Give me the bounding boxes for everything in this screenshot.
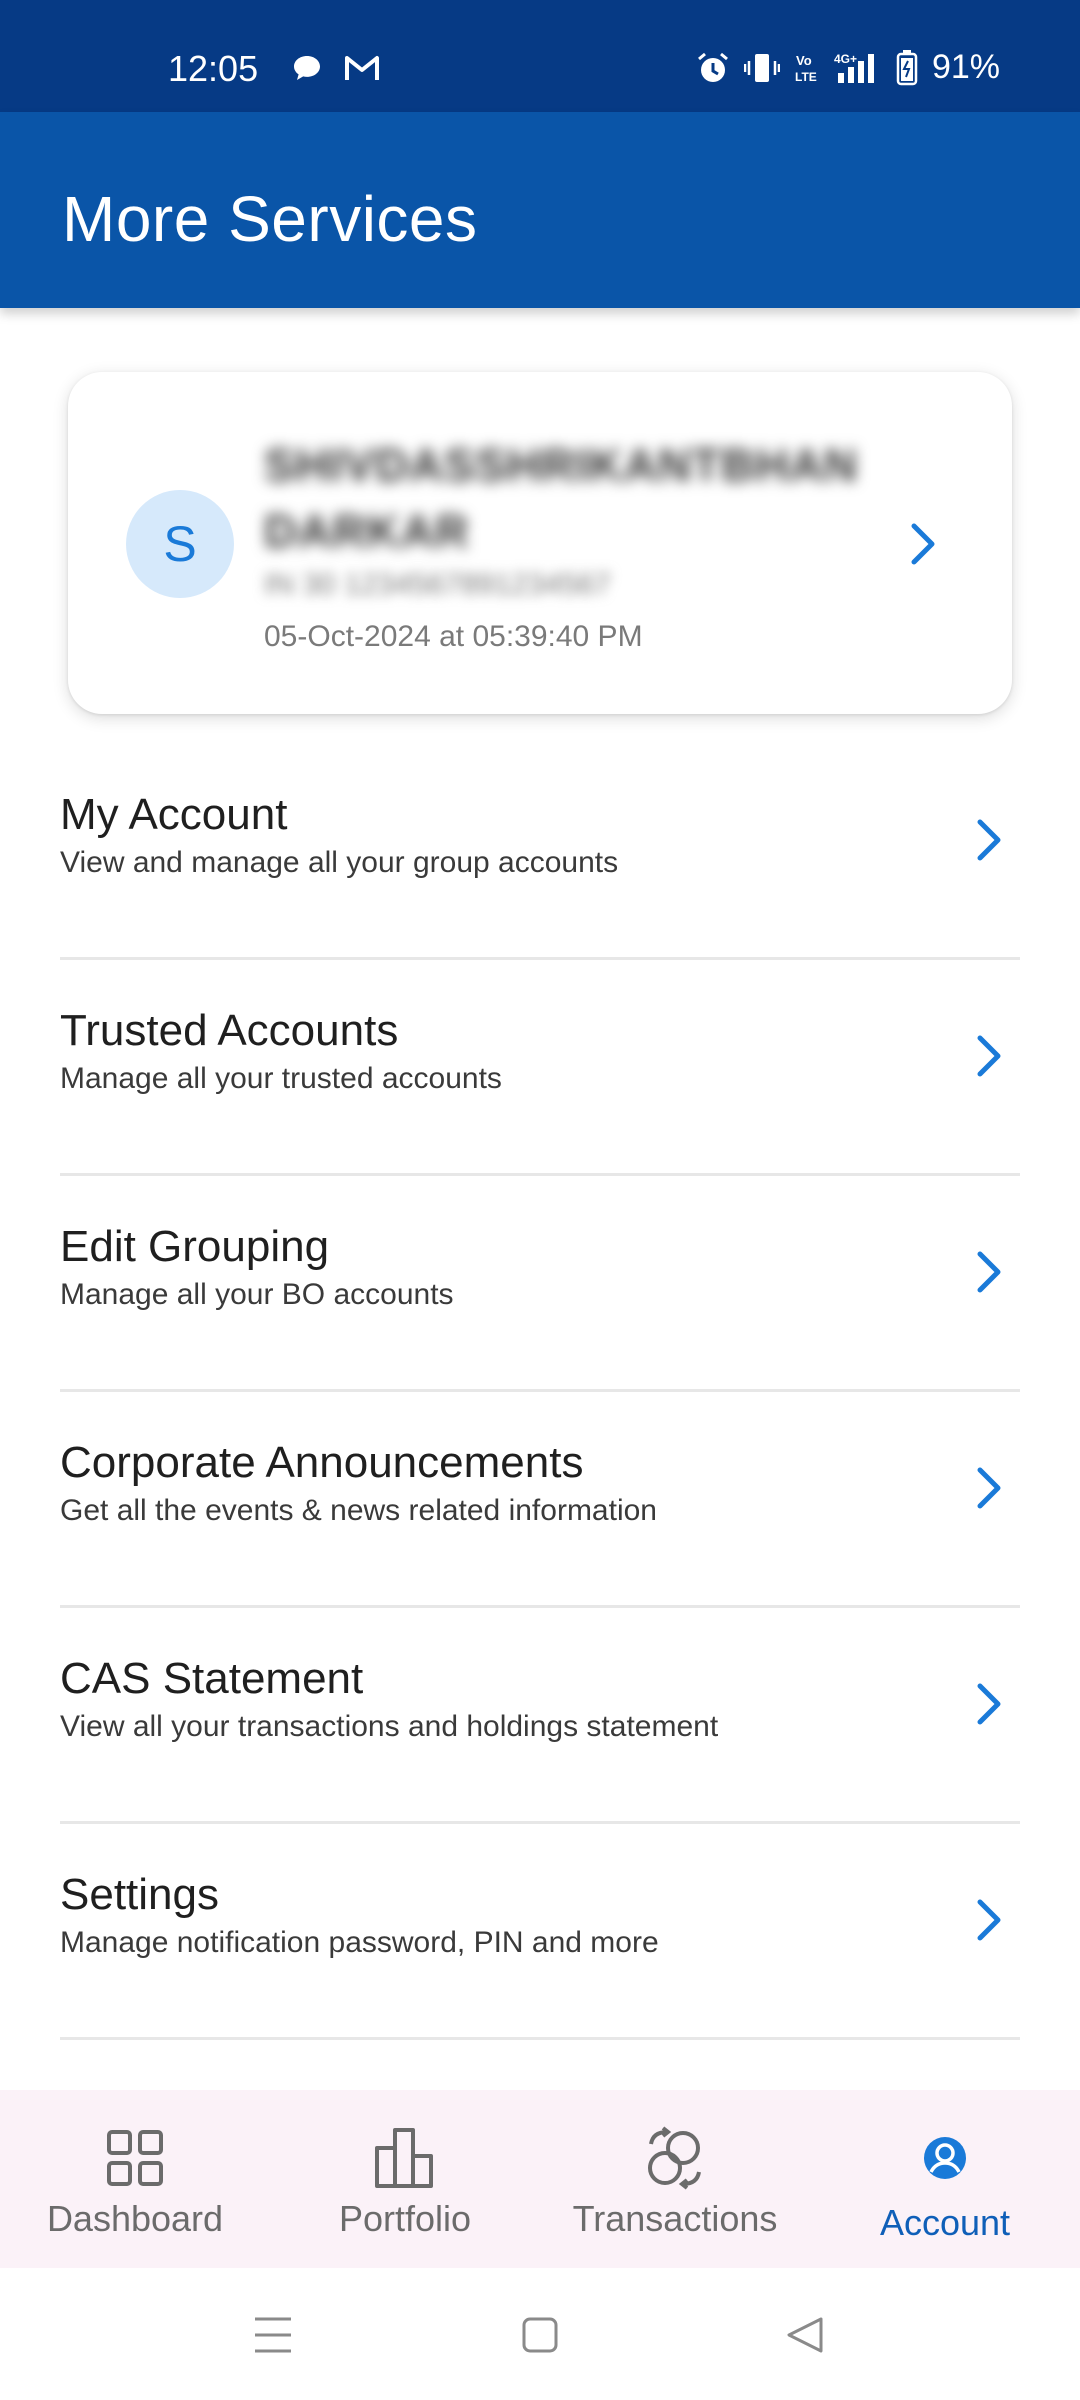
alarm-icon bbox=[696, 51, 730, 85]
home-icon[interactable] bbox=[515, 2312, 565, 2358]
status-bar: 12:05 Vo LTE 4G+ 91% bbox=[0, 0, 1080, 112]
menu-item-title: Trusted Accounts bbox=[60, 1006, 399, 1055]
chat-bubble-icon bbox=[292, 54, 322, 82]
menu-item-title: Edit Grouping bbox=[60, 1222, 330, 1271]
svg-text:LTE: LTE bbox=[795, 70, 817, 84]
menu-item-title: Settings bbox=[60, 1870, 219, 1919]
menu-item-subtitle: View all your transactions and holdings … bbox=[60, 1710, 719, 1743]
menu-item-subtitle: Manage notification password, PIN and mo… bbox=[60, 1926, 659, 1959]
battery-icon bbox=[896, 49, 918, 86]
bottom-nav: Dashboard Portfolio Transactions Account bbox=[0, 2090, 1080, 2268]
gmail-icon bbox=[344, 54, 380, 82]
nav-label: Dashboard bbox=[46, 2198, 224, 2239]
profile-id: IN 30 1234567891234567 bbox=[264, 568, 611, 601]
svg-text:4G+: 4G+ bbox=[834, 52, 857, 66]
signal-4g-icon: 4G+ bbox=[834, 51, 882, 85]
menu-item-edit-grouping[interactable]: Edit Grouping Manage all your BO account… bbox=[60, 1176, 1020, 1392]
grid-icon bbox=[103, 2126, 167, 2190]
menu-item-trusted-accounts[interactable]: Trusted Accounts Manage all your trusted… bbox=[60, 960, 1020, 1176]
nav-label: Transactions bbox=[572, 2198, 778, 2239]
status-time: 12:05 bbox=[168, 48, 259, 89]
avatar: S bbox=[126, 490, 234, 598]
menu-item-subtitle: Get all the events & news related inform… bbox=[60, 1494, 657, 1527]
menu-item-subtitle: View and manage all your group accounts bbox=[60, 846, 619, 879]
exchange-icon bbox=[643, 2126, 707, 2190]
menu-item-title: CAS Statement bbox=[60, 1654, 364, 1703]
battery-percent: 91% bbox=[931, 48, 1000, 86]
chevron-right-icon bbox=[972, 1244, 1008, 1300]
chevron-right-icon bbox=[972, 1028, 1008, 1084]
vibrate-icon bbox=[743, 51, 780, 85]
recent-apps-icon[interactable] bbox=[248, 2312, 298, 2358]
account-circle-icon bbox=[913, 2134, 977, 2182]
nav-label: Portfolio bbox=[338, 2198, 472, 2239]
menu-item-corporate-announcements[interactable]: Corporate Announcements Get all the even… bbox=[60, 1392, 1020, 1608]
chevron-right-icon bbox=[972, 1460, 1008, 1516]
menu-item-title: My Account bbox=[60, 790, 288, 839]
page-title: More Services bbox=[62, 183, 478, 255]
svg-text:Vo: Vo bbox=[796, 53, 812, 68]
back-icon[interactable] bbox=[780, 2312, 830, 2358]
nav-item-portfolio[interactable]: Portfolio bbox=[270, 2090, 540, 2268]
chevron-right-icon bbox=[972, 1676, 1008, 1732]
nav-item-account[interactable]: Account bbox=[810, 2090, 1080, 2268]
menu-item-settings[interactable]: Settings Manage notification password, P… bbox=[60, 1824, 1020, 2040]
chevron-right-icon bbox=[972, 1892, 1008, 1948]
menu-item-title: Corporate Announcements bbox=[60, 1438, 584, 1487]
menu-item-my-account[interactable]: My Account View and manage all your grou… bbox=[60, 744, 1020, 960]
nav-item-transactions[interactable]: Transactions bbox=[540, 2090, 810, 2268]
profile-card[interactable]: S SHIVDASSHRIKANTBHAN DARKAR IN 30 12345… bbox=[68, 372, 1012, 714]
chevron-right-icon bbox=[906, 516, 942, 572]
menu-list: My Account View and manage all your grou… bbox=[60, 744, 1020, 2040]
bar-chart-icon bbox=[373, 2126, 437, 2190]
last-login-time: 05-Oct-2024 at 05:39:40 PM bbox=[264, 620, 643, 653]
system-nav-bar bbox=[0, 2268, 1080, 2400]
chevron-right-icon bbox=[972, 812, 1008, 868]
nav-label: Account bbox=[879, 2202, 1011, 2243]
nav-item-dashboard[interactable]: Dashboard bbox=[0, 2090, 270, 2268]
menu-item-subtitle: Manage all your BO accounts bbox=[60, 1278, 454, 1311]
volte-icon: Vo LTE bbox=[794, 51, 820, 85]
app-bar: More Services bbox=[0, 112, 1080, 308]
menu-item-subtitle: Manage all your trusted accounts bbox=[60, 1062, 502, 1095]
profile-name: SHIVDASSHRIKANTBHAN DARKAR bbox=[264, 439, 859, 557]
menu-item-cas-statement[interactable]: CAS Statement View all your transactions… bbox=[60, 1608, 1020, 1824]
